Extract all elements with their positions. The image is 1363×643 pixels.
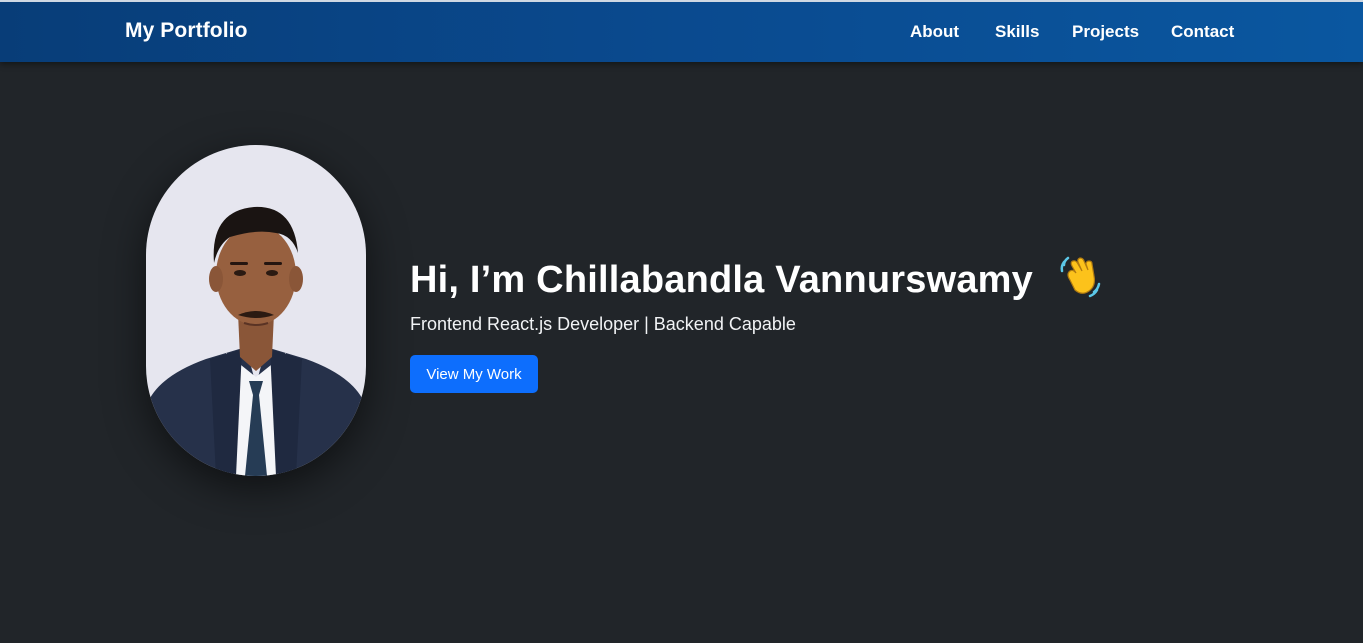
profile-photo bbox=[146, 145, 366, 476]
brand-logo[interactable]: My Portfolio bbox=[125, 19, 248, 43]
nav-link-projects[interactable]: Projects bbox=[1072, 22, 1139, 42]
nav-link-about[interactable]: About bbox=[910, 22, 959, 42]
waving-hand-icon bbox=[1058, 254, 1102, 308]
hero-title-text: Hi, I’m Chillabandla Vannurswamy bbox=[410, 259, 1034, 301]
navbar: My Portfolio About Skills Projects Conta… bbox=[0, 0, 1363, 62]
profile-portrait-illustration bbox=[146, 145, 366, 476]
hero-subtitle: Frontend React.js Developer | Backend Ca… bbox=[410, 314, 796, 334]
nav-link-skills[interactable]: Skills bbox=[995, 22, 1039, 42]
hero-title: Hi, I’m Chillabandla Vannurswamy bbox=[410, 254, 1102, 308]
view-my-work-button[interactable]: View My Work bbox=[410, 355, 538, 393]
nav-link-contact[interactable]: Contact bbox=[1171, 22, 1234, 42]
